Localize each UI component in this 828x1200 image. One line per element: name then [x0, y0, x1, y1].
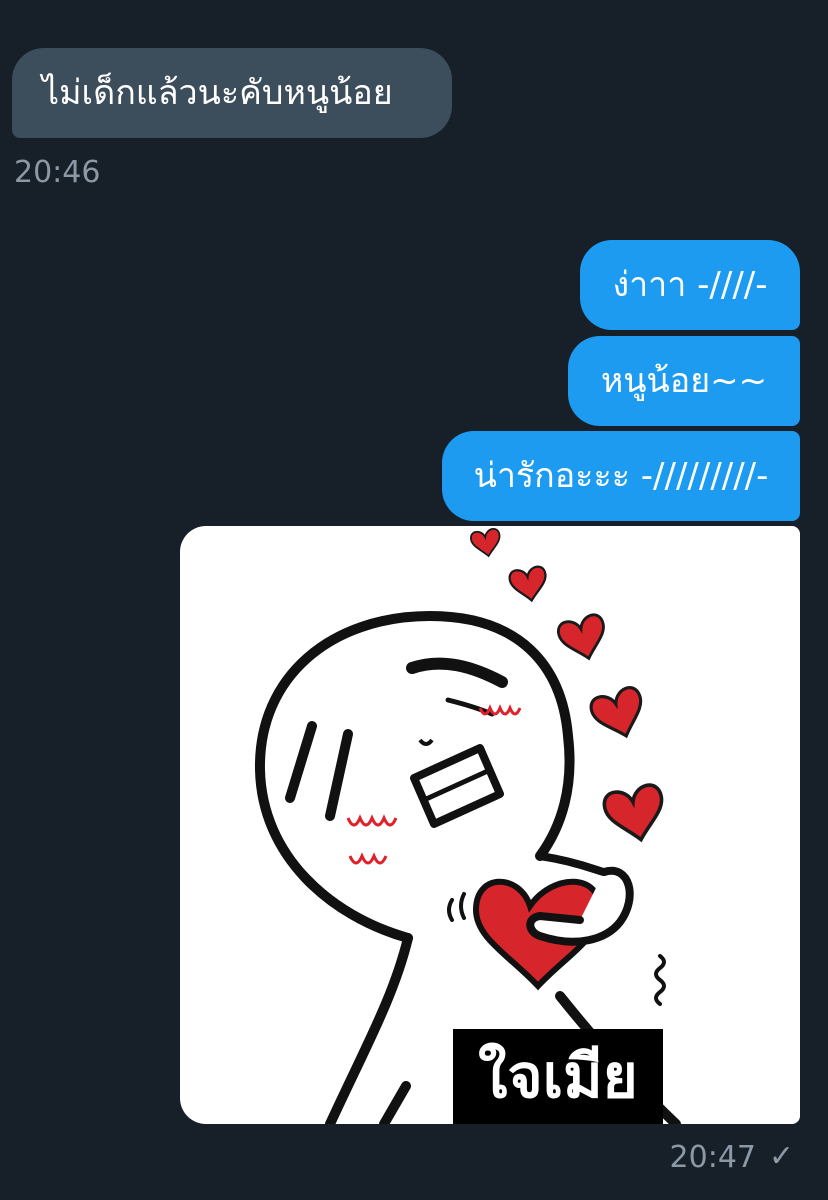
outgoing-message-bubble[interactable]: หนูน้อย~~ — [568, 336, 800, 426]
heart-icon — [507, 564, 551, 605]
outgoing-message-text: ง่าาา -////- — [612, 265, 768, 305]
sticker-caption: ใจเมีย — [453, 1029, 663, 1124]
checkmark-icon: ✓ — [768, 1139, 794, 1174]
outgoing-message-text: หนูน้อย~~ — [600, 361, 768, 401]
incoming-message-timestamp: 20:46 — [14, 155, 101, 190]
outgoing-message-bubble[interactable]: น่ารักอะะะ -/////////- — [442, 431, 800, 521]
heart-icon — [554, 611, 613, 666]
heart-icon — [468, 527, 504, 560]
incoming-message-text: ไม่เด็กแล้วนะคับหนูน้อย — [42, 73, 393, 113]
outgoing-message-bubble[interactable]: ง่าาา -////- — [580, 240, 800, 330]
outgoing-message-timestamp: 20:47 — [669, 1140, 756, 1175]
sticker-image[interactable]: ใจเมีย — [180, 526, 800, 1124]
incoming-message-bubble[interactable]: ไม่เด็กแล้วนะคับหนูน้อย — [12, 48, 452, 138]
heart-icon — [586, 683, 652, 746]
outgoing-message-text: น่ารักอะะะ -/////////- — [473, 456, 769, 496]
heart-icon — [600, 781, 671, 848]
